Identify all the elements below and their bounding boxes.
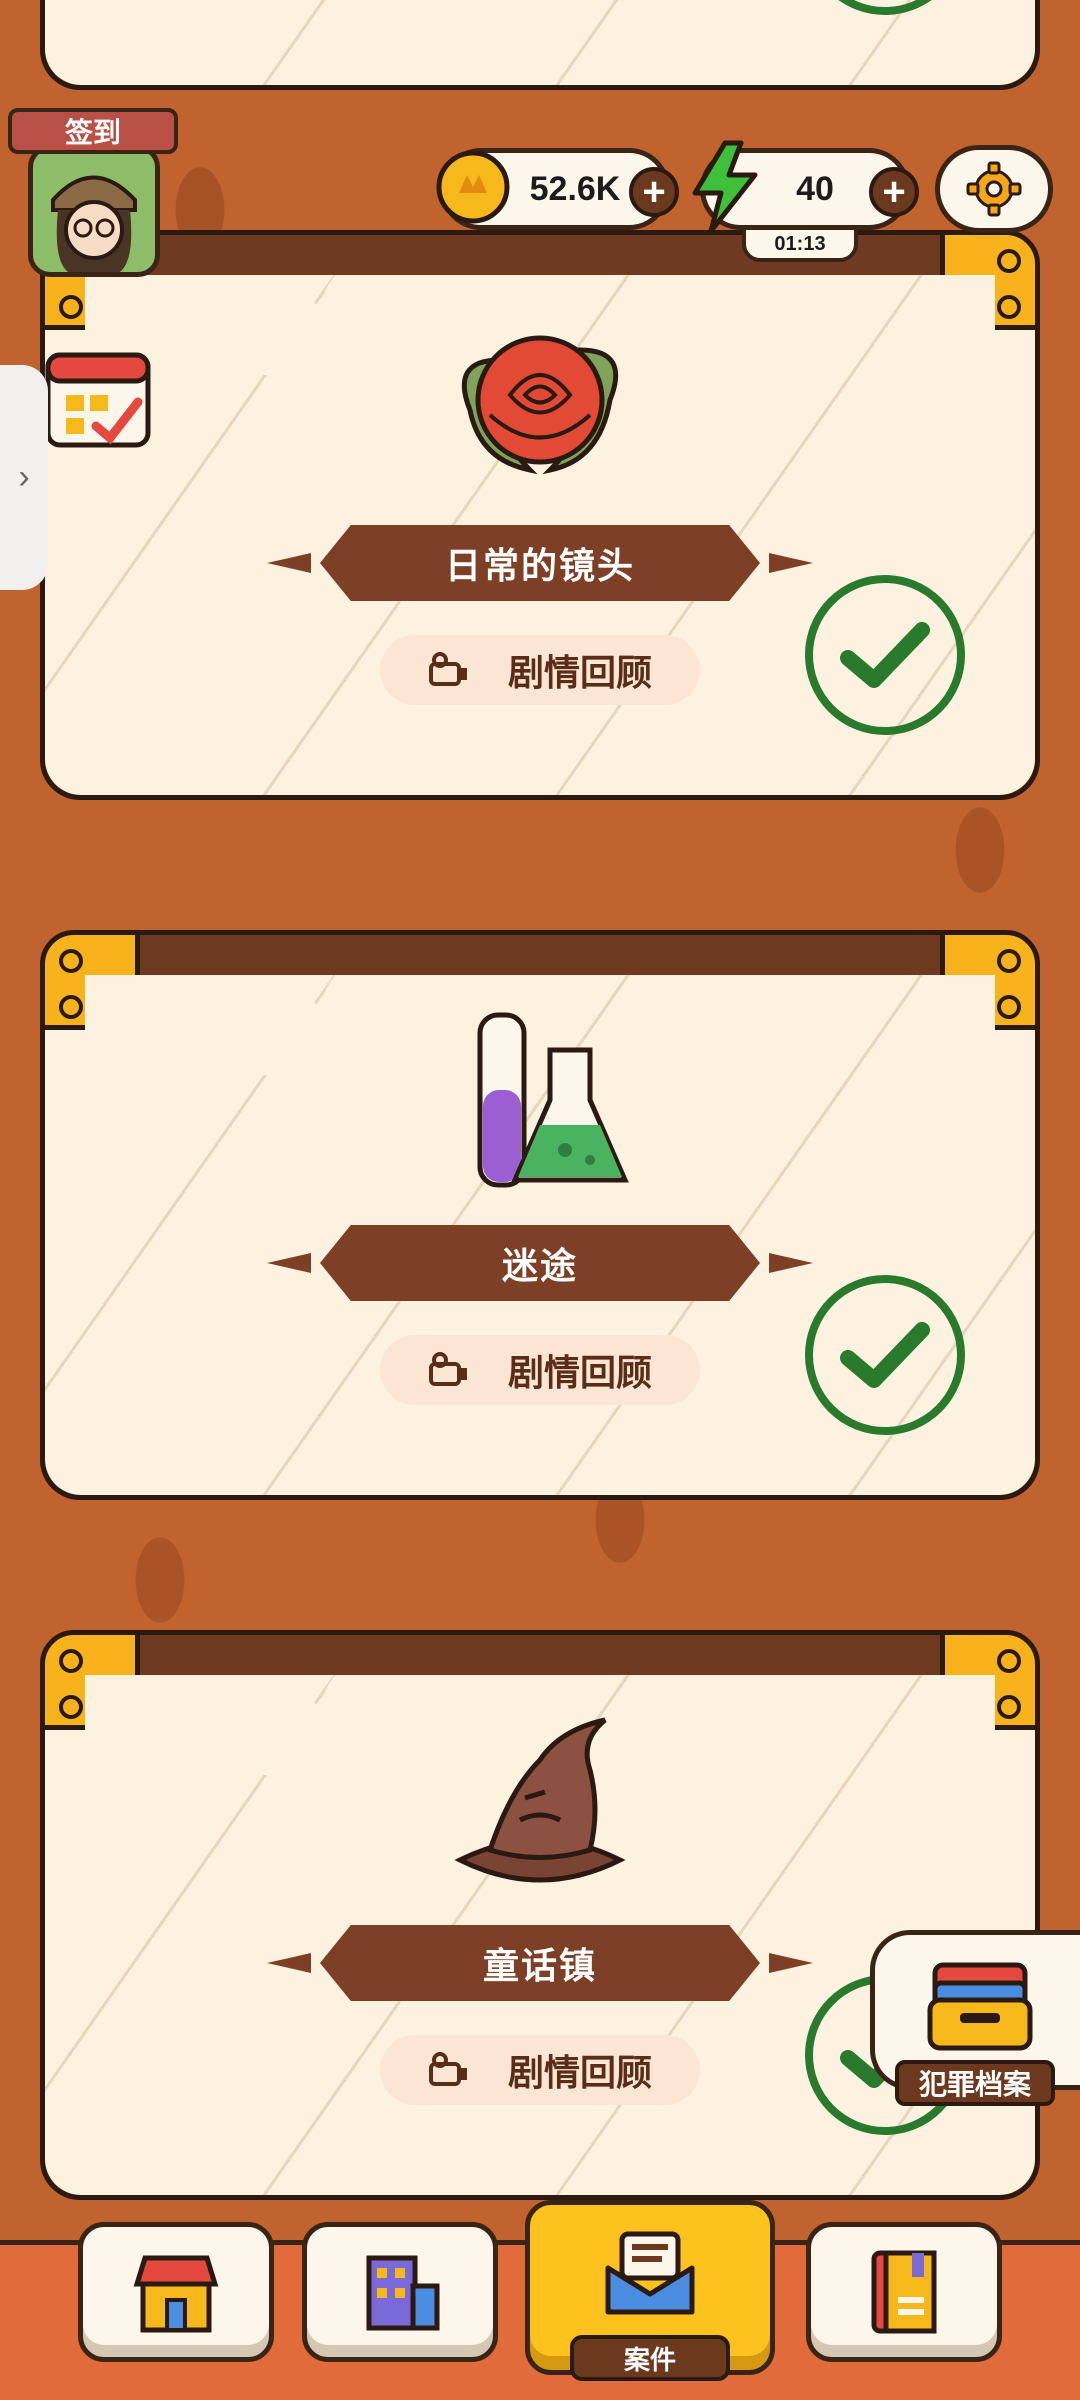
completed-check-icon bbox=[805, 1275, 965, 1435]
case-envelope-icon bbox=[605, 2231, 695, 2314]
case-title: 日常的镜头 bbox=[320, 525, 760, 601]
gear-icon bbox=[966, 161, 1022, 217]
shop-icon bbox=[133, 2255, 219, 2333]
crime-file-label[interactable]: 犯罪档案 bbox=[895, 2060, 1055, 2106]
coin-balance[interactable]: 52.6K + bbox=[436, 148, 679, 230]
completed-check-icon bbox=[805, 575, 965, 735]
case-title: 童话镇 bbox=[320, 1925, 760, 2001]
story-recap-label: 剧情回顾 bbox=[507, 652, 652, 693]
checkin-label[interactable]: 签到 bbox=[8, 108, 178, 154]
energy-amount: 40 bbox=[796, 169, 834, 208]
add-energy-button[interactable]: + bbox=[869, 167, 919, 217]
book-icon bbox=[871, 2250, 937, 2334]
nav-shop[interactable] bbox=[78, 2222, 274, 2362]
potion-flasks-icon bbox=[477, 1012, 629, 1188]
file-tray-icon bbox=[927, 1962, 1033, 2051]
nav-cases-label: 案件 bbox=[570, 2335, 730, 2381]
side-drawer-handle[interactable]: › bbox=[0, 365, 48, 590]
energy-balance[interactable]: 40 + bbox=[692, 140, 919, 234]
story-recap-label: 剧情回顾 bbox=[507, 1352, 652, 1393]
nav-building[interactable] bbox=[302, 2222, 498, 2362]
projector-icon bbox=[428, 2052, 467, 2086]
player-avatar[interactable] bbox=[28, 145, 160, 277]
daily-checkin[interactable] bbox=[38, 340, 178, 500]
chevron-right-icon: › bbox=[18, 458, 30, 496]
story-recap-button[interactable]: 剧情回顾 bbox=[380, 2035, 700, 2105]
nav-book[interactable] bbox=[806, 2222, 1002, 2362]
energy-bolt-icon bbox=[692, 140, 758, 234]
case-card-3[interactable]: 童话镇 剧情回顾 bbox=[40, 1630, 1040, 2200]
add-coins-button[interactable]: + bbox=[629, 167, 679, 217]
energy-timer: 01:13 bbox=[742, 226, 858, 262]
case-card-previous[interactable] bbox=[40, 0, 1040, 90]
coin-icon bbox=[436, 150, 510, 224]
settings-button[interactable] bbox=[935, 145, 1053, 233]
case-card-2[interactable]: 迷途 剧情回顾 bbox=[40, 930, 1040, 1500]
projector-icon bbox=[428, 1352, 467, 1386]
rose-icon bbox=[461, 335, 619, 475]
building-icon bbox=[366, 2255, 440, 2331]
case-card-1[interactable]: 日常的镜头 剧情回顾 bbox=[40, 230, 1040, 800]
coin-amount: 52.6K bbox=[529, 169, 621, 208]
projector-icon bbox=[428, 652, 467, 686]
calendar-icon bbox=[45, 352, 151, 448]
case-title: 迷途 bbox=[320, 1225, 760, 1301]
story-recap-button[interactable]: 剧情回顾 bbox=[380, 635, 700, 705]
sorting-hat-icon bbox=[454, 1717, 626, 1883]
story-recap-label: 剧情回顾 bbox=[507, 2052, 652, 2093]
story-recap-button[interactable]: 剧情回顾 bbox=[380, 1335, 700, 1405]
